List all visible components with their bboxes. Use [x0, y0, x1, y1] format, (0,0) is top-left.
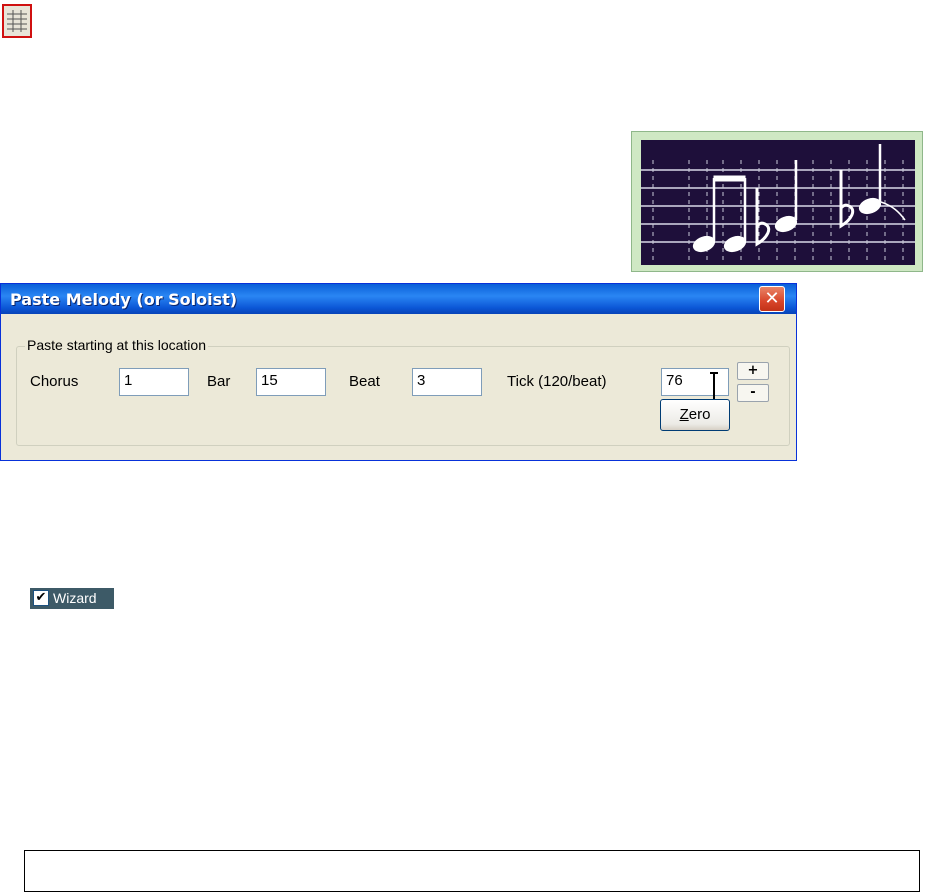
zero-mnemonic: Z — [679, 406, 689, 423]
paste-melody-dialog: Paste Melody (or Soloist) ✕ Paste starti… — [0, 283, 797, 461]
note-box — [24, 850, 920, 892]
increment-button[interactable]: + — [737, 362, 769, 380]
bar-input[interactable]: 15 — [256, 368, 326, 396]
paste-location-group — [16, 346, 790, 446]
music-notation-image — [631, 131, 923, 272]
wizard-checkbox[interactable]: ✔ Wizard — [30, 588, 114, 609]
music-notation-icon — [641, 140, 915, 265]
close-button[interactable]: ✕ — [759, 286, 785, 312]
chorus-label: Chorus — [30, 373, 79, 390]
zero-label: ero — [688, 406, 711, 423]
chorus-input[interactable]: 1 — [119, 368, 189, 396]
grid-icon — [7, 10, 27, 32]
group-label: Paste starting at this location — [25, 337, 208, 353]
beat-input[interactable]: 3 — [412, 368, 482, 396]
close-icon: ✕ — [764, 288, 780, 309]
dialog-titlebar[interactable]: Paste Melody (or Soloist) ✕ — [1, 284, 796, 314]
tick-label: Tick (120/beat) — [507, 373, 607, 390]
decrement-button[interactable]: - — [737, 384, 769, 402]
notation-grid-icon[interactable] — [2, 4, 32, 38]
bar-label: Bar — [207, 373, 231, 390]
wizard-label: Wizard — [53, 590, 97, 606]
wizard-checkbox-box[interactable]: ✔ — [33, 590, 49, 606]
dialog-title: Paste Melody (or Soloist) — [10, 290, 238, 309]
zero-button[interactable]: Zero — [660, 399, 730, 431]
beat-label: Beat — [349, 373, 380, 390]
check-icon: ✔ — [35, 590, 47, 605]
